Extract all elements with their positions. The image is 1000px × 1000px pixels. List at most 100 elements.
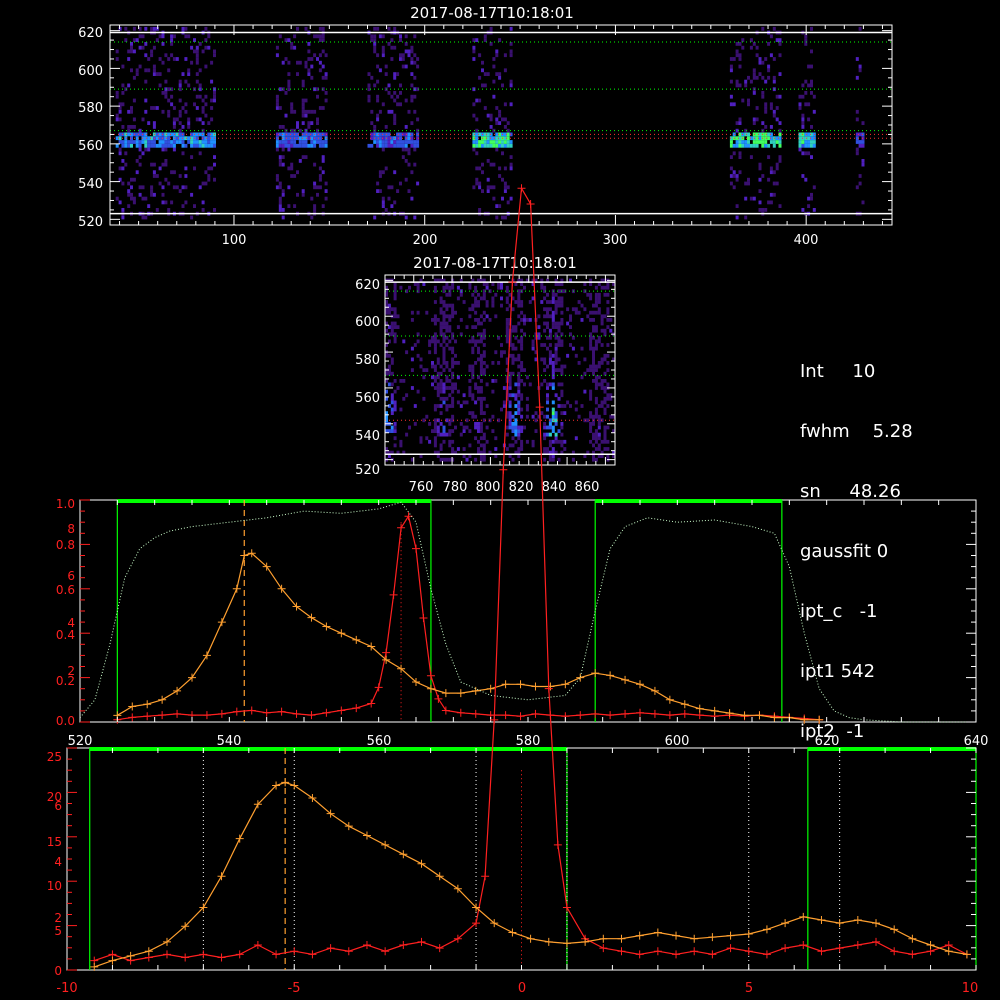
heat-pixel — [500, 303, 503, 308]
heat-pixel — [207, 45, 211, 50]
heat-pixel — [557, 339, 561, 344]
heat-pixel — [735, 79, 739, 84]
heat-pixel — [732, 174, 736, 178]
heat-pixel — [158, 72, 162, 76]
heat-pixel — [483, 34, 487, 39]
info-key: gaussfit — [800, 541, 872, 562]
heat-pixel — [275, 102, 279, 107]
heat-pixel — [390, 425, 394, 430]
heat-pixel — [801, 140, 805, 144]
heat-pixel — [546, 346, 549, 351]
heat-pixel — [121, 83, 125, 88]
heat-pixel — [410, 310, 414, 315]
heat-pixel — [752, 42, 756, 46]
heat-pixel — [404, 98, 408, 103]
heat-pixel — [729, 166, 733, 171]
image-top-y-tick: 600 — [78, 64, 103, 79]
heat-pixel — [213, 49, 216, 54]
heat-pixel — [393, 436, 397, 441]
heat-pixel — [301, 155, 305, 159]
orange-series-point — [710, 706, 719, 715]
heat-pixel — [367, 143, 371, 148]
heat-pixel — [304, 26, 308, 31]
orange-series-point — [344, 822, 353, 831]
heat-pixel — [600, 343, 604, 347]
heat-pixel — [390, 94, 394, 99]
heat-pixel — [551, 457, 555, 462]
heat-pixel — [301, 98, 305, 103]
heat-pixel — [410, 49, 414, 54]
heat-pixel — [190, 215, 194, 220]
heat-pixel — [448, 439, 452, 444]
orange-series-point — [744, 930, 753, 939]
heat-pixel — [433, 285, 437, 290]
heat-pixel — [281, 140, 285, 144]
heat-pixel — [158, 57, 162, 61]
heat-pixel — [747, 140, 750, 144]
heat-pixel — [451, 382, 455, 387]
red-series-point — [434, 694, 443, 703]
heat-pixel — [548, 307, 552, 312]
heat-pixel — [399, 132, 402, 137]
heat-pixel — [419, 439, 423, 444]
heat-pixel — [520, 425, 524, 430]
heat-pixel — [376, 140, 380, 144]
heat-pixel — [557, 439, 561, 444]
heat-pixel — [433, 443, 437, 448]
heat-pixel — [138, 64, 142, 69]
heat-pixel — [401, 155, 405, 159]
heat-pixel — [855, 147, 859, 152]
heat-pixel — [592, 364, 595, 369]
heat-pixel — [560, 321, 564, 326]
heat-pixel — [554, 310, 558, 315]
heat-pixel — [758, 140, 762, 144]
heat-pixel — [537, 325, 541, 329]
heat-pixel — [752, 140, 756, 144]
heat-pixel — [509, 155, 513, 159]
heat-pixel — [471, 303, 475, 308]
heat-pixel — [769, 200, 773, 205]
heat-pixel — [778, 72, 782, 76]
heat-pixel — [498, 143, 502, 148]
heat-pixel — [158, 34, 162, 39]
heat-pixel — [589, 339, 593, 344]
heat-pixel — [393, 443, 397, 448]
heat-pixel — [376, 113, 380, 118]
heat-pixel — [551, 314, 555, 319]
heat-pixel — [318, 185, 322, 190]
heat-pixel — [577, 300, 581, 304]
orange-series-point — [435, 872, 444, 881]
heat-pixel — [393, 296, 397, 301]
heat-pixel — [433, 404, 437, 408]
red-series-point — [576, 711, 585, 720]
heat-pixel — [207, 132, 211, 137]
heat-pixel — [124, 140, 128, 144]
heat-pixel — [551, 353, 555, 358]
heat-pixel — [478, 181, 482, 186]
heat-pixel — [747, 136, 750, 141]
heat-pixel — [190, 140, 194, 144]
heat-pixel — [381, 170, 385, 175]
heat-pixel — [495, 117, 499, 122]
heat-pixel — [546, 310, 549, 315]
heat-pixel — [738, 53, 742, 58]
heat-pixel — [310, 109, 314, 114]
heat-pixel — [554, 307, 558, 312]
heat-pixel — [195, 106, 199, 110]
red-series-point — [653, 947, 662, 956]
heat-pixel — [278, 204, 282, 208]
heat-pixel — [178, 109, 182, 114]
orange-series-point — [726, 931, 735, 940]
heat-pixel — [210, 60, 214, 65]
heat-pixel — [769, 166, 773, 171]
heat-pixel — [445, 307, 449, 312]
heat-pixel — [210, 106, 214, 110]
heat-pixel — [497, 335, 501, 340]
heat-pixel — [293, 109, 297, 114]
orange-series-point — [158, 695, 167, 704]
heat-pixel — [606, 318, 610, 322]
heat-pixel — [404, 140, 408, 144]
heat-pixel — [284, 140, 288, 144]
heat-pixel — [478, 98, 482, 103]
heat-pixel — [147, 57, 151, 61]
